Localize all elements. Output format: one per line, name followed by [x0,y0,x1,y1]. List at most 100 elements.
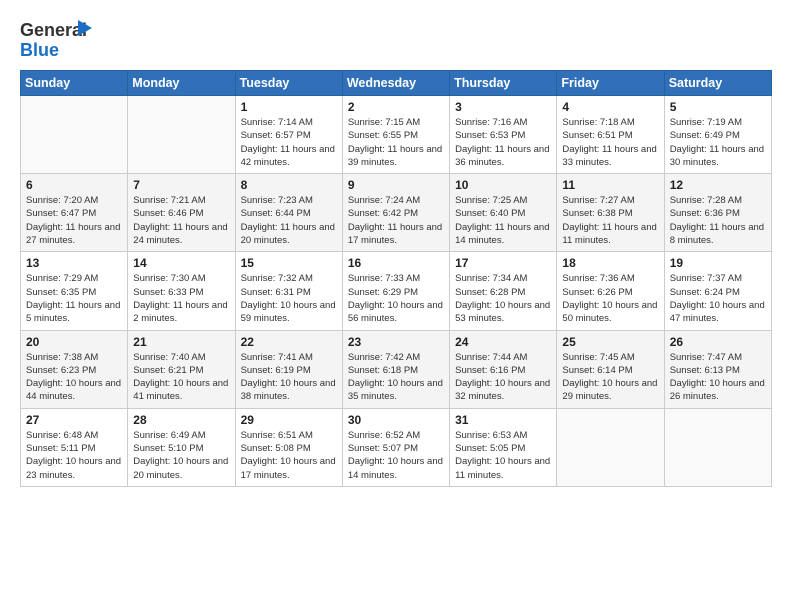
weekday-header-tuesday: Tuesday [235,71,342,96]
day-cell: 30 Sunrise: 6:52 AM Sunset: 5:07 PM Dayli… [342,408,449,486]
day-cell [664,408,771,486]
week-row-1: 1 Sunrise: 7:14 AM Sunset: 6:57 PM Daylig… [21,96,772,174]
logo: GeneralBlue [20,16,100,60]
day-number: 13 [26,256,122,270]
day-cell: 24 Sunrise: 7:44 AM Sunset: 6:16 PM Dayli… [450,330,557,408]
day-info: Sunrise: 7:18 AM Sunset: 6:51 PM Dayligh… [562,116,658,169]
day-number: 16 [348,256,444,270]
day-cell: 3 Sunrise: 7:16 AM Sunset: 6:53 PM Daylig… [450,96,557,174]
weekday-header-saturday: Saturday [664,71,771,96]
day-cell: 2 Sunrise: 7:15 AM Sunset: 6:55 PM Daylig… [342,96,449,174]
day-cell: 5 Sunrise: 7:19 AM Sunset: 6:49 PM Daylig… [664,96,771,174]
day-cell: 12Sunrise: 7:28 AM Sunset: 6:36 PM Dayli… [664,174,771,252]
day-number: 1 [241,100,337,114]
day-cell [128,96,235,174]
day-info: Sunrise: 7:47 AM Sunset: 6:13 PM Dayligh… [670,351,766,404]
day-cell: 11 Sunrise: 7:27 AM Sunset: 6:38 PM Dayli… [557,174,664,252]
day-info: Sunrise: 7:20 AM Sunset: 6:47 PM Dayligh… [26,194,122,247]
day-cell [21,96,128,174]
day-number: 31 [455,413,551,427]
day-info: Sunrise: 7:44 AM Sunset: 6:16 PM Dayligh… [455,351,551,404]
day-number: 23 [348,335,444,349]
day-number: 9 [348,178,444,192]
day-info: Sunrise: 7:21 AM Sunset: 6:46 PM Dayligh… [133,194,229,247]
day-number: 5 [670,100,766,114]
day-cell: 10Sunrise: 7:25 AM Sunset: 6:40 PM Dayli… [450,174,557,252]
day-cell: 18 Sunrise: 7:36 AM Sunset: 6:26 PM Dayli… [557,252,664,330]
day-cell: 26 Sunrise: 7:47 AM Sunset: 6:13 PM Dayli… [664,330,771,408]
day-info: Sunrise: 7:42 AM Sunset: 6:18 PM Dayligh… [348,351,444,404]
day-number: 6 [26,178,122,192]
svg-text:Blue: Blue [20,40,59,60]
calendar: SundayMondayTuesdayWednesdayThursdayFrid… [20,70,772,487]
day-info: Sunrise: 7:14 AM Sunset: 6:57 PM Dayligh… [241,116,337,169]
weekday-header-sunday: Sunday [21,71,128,96]
week-row-5: 27 Sunrise: 6:48 AM Sunset: 5:11 PM Dayli… [21,408,772,486]
day-cell: 16 Sunrise: 7:33 AM Sunset: 6:29 PM Dayli… [342,252,449,330]
weekday-header-row: SundayMondayTuesdayWednesdayThursdayFrid… [21,71,772,96]
day-cell: 9Sunrise: 7:24 AM Sunset: 6:42 PM Daylig… [342,174,449,252]
day-info: Sunrise: 6:52 AM Sunset: 5:07 PM Dayligh… [348,429,444,482]
day-info: Sunrise: 6:48 AM Sunset: 5:11 PM Dayligh… [26,429,122,482]
day-info: Sunrise: 7:29 AM Sunset: 6:35 PM Dayligh… [26,272,122,325]
day-number: 11 [562,178,658,192]
week-row-2: 6 Sunrise: 7:20 AM Sunset: 6:47 PM Daylig… [21,174,772,252]
day-info: Sunrise: 7:16 AM Sunset: 6:53 PM Dayligh… [455,116,551,169]
day-info: Sunrise: 6:53 AM Sunset: 5:05 PM Dayligh… [455,429,551,482]
day-number: 17 [455,256,551,270]
day-number: 29 [241,413,337,427]
day-number: 2 [348,100,444,114]
day-number: 19 [670,256,766,270]
day-info: Sunrise: 7:32 AM Sunset: 6:31 PM Dayligh… [241,272,337,325]
day-cell: 1 Sunrise: 7:14 AM Sunset: 6:57 PM Daylig… [235,96,342,174]
day-cell: 22 Sunrise: 7:41 AM Sunset: 6:19 PM Dayli… [235,330,342,408]
day-cell: 15 Sunrise: 7:32 AM Sunset: 6:31 PM Dayli… [235,252,342,330]
day-number: 25 [562,335,658,349]
day-info: Sunrise: 7:41 AM Sunset: 6:19 PM Dayligh… [241,351,337,404]
day-number: 21 [133,335,229,349]
day-number: 24 [455,335,551,349]
day-number: 18 [562,256,658,270]
day-number: 14 [133,256,229,270]
svg-text:General: General [20,20,87,40]
day-number: 4 [562,100,658,114]
header: GeneralBlue [20,16,772,60]
day-number: 3 [455,100,551,114]
day-info: Sunrise: 7:33 AM Sunset: 6:29 PM Dayligh… [348,272,444,325]
day-info: Sunrise: 7:15 AM Sunset: 6:55 PM Dayligh… [348,116,444,169]
day-number: 28 [133,413,229,427]
day-cell: 29 Sunrise: 6:51 AM Sunset: 5:08 PM Dayli… [235,408,342,486]
day-cell: 20 Sunrise: 7:38 AM Sunset: 6:23 PM Dayli… [21,330,128,408]
day-cell: 6 Sunrise: 7:20 AM Sunset: 6:47 PM Daylig… [21,174,128,252]
day-info: Sunrise: 7:34 AM Sunset: 6:28 PM Dayligh… [455,272,551,325]
day-info: Sunrise: 7:19 AM Sunset: 6:49 PM Dayligh… [670,116,766,169]
day-info: Sunrise: 7:38 AM Sunset: 6:23 PM Dayligh… [26,351,122,404]
week-row-3: 13 Sunrise: 7:29 AM Sunset: 6:35 PM Dayli… [21,252,772,330]
day-info: Sunrise: 6:49 AM Sunset: 5:10 PM Dayligh… [133,429,229,482]
day-info: Sunrise: 7:28 AM Sunset: 6:36 PM Dayligh… [670,194,766,247]
day-cell: 4 Sunrise: 7:18 AM Sunset: 6:51 PM Daylig… [557,96,664,174]
day-cell: 14Sunrise: 7:30 AM Sunset: 6:33 PM Dayli… [128,252,235,330]
weekday-header-wednesday: Wednesday [342,71,449,96]
day-info: Sunrise: 7:27 AM Sunset: 6:38 PM Dayligh… [562,194,658,247]
day-number: 27 [26,413,122,427]
day-number: 26 [670,335,766,349]
day-number: 30 [348,413,444,427]
day-cell: 8Sunrise: 7:23 AM Sunset: 6:44 PM Daylig… [235,174,342,252]
day-cell: 19Sunrise: 7:37 AM Sunset: 6:24 PM Dayli… [664,252,771,330]
day-info: Sunrise: 7:40 AM Sunset: 6:21 PM Dayligh… [133,351,229,404]
day-cell: 7 Sunrise: 7:21 AM Sunset: 6:46 PM Daylig… [128,174,235,252]
day-cell: 13 Sunrise: 7:29 AM Sunset: 6:35 PM Dayli… [21,252,128,330]
day-info: Sunrise: 7:36 AM Sunset: 6:26 PM Dayligh… [562,272,658,325]
logo-svg: GeneralBlue [20,16,100,60]
week-row-4: 20 Sunrise: 7:38 AM Sunset: 6:23 PM Dayli… [21,330,772,408]
day-number: 22 [241,335,337,349]
day-info: Sunrise: 6:51 AM Sunset: 5:08 PM Dayligh… [241,429,337,482]
day-info: Sunrise: 7:23 AM Sunset: 6:44 PM Dayligh… [241,194,337,247]
day-number: 20 [26,335,122,349]
day-cell: 28 Sunrise: 6:49 AM Sunset: 5:10 PM Dayli… [128,408,235,486]
day-number: 15 [241,256,337,270]
day-cell: 27 Sunrise: 6:48 AM Sunset: 5:11 PM Dayli… [21,408,128,486]
page: GeneralBlue SundayMondayTuesdayWednesday… [0,0,792,503]
day-number: 7 [133,178,229,192]
